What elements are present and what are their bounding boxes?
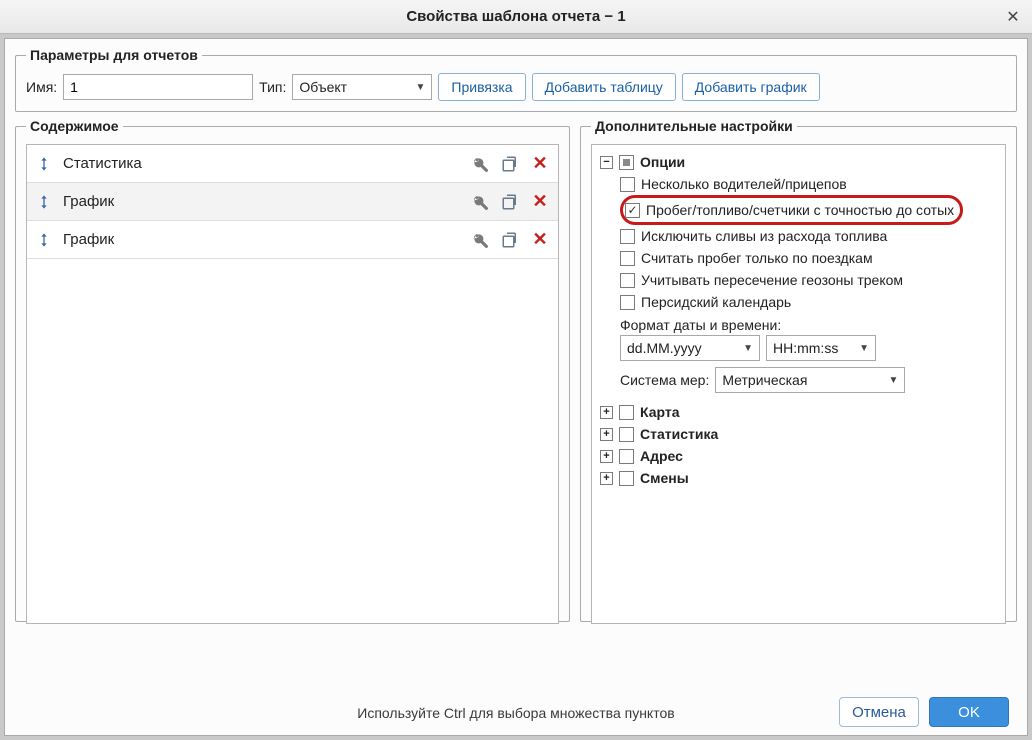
option-row: Учитывать пересечение геозоны треком bbox=[620, 269, 997, 291]
type-select[interactable]: Объект ▼ bbox=[292, 74, 432, 100]
settings-group: + Карта bbox=[600, 401, 997, 423]
wrench-icon[interactable] bbox=[470, 154, 490, 174]
group-checkbox[interactable] bbox=[619, 427, 634, 442]
bind-button[interactable]: Привязка bbox=[438, 73, 525, 101]
ok-button[interactable]: OK bbox=[929, 697, 1009, 727]
group-label: Смены bbox=[640, 467, 689, 489]
content-item[interactable]: График ✕ bbox=[27, 221, 558, 259]
option-row: Исключить сливы из расхода топлива bbox=[620, 225, 997, 247]
cancel-button[interactable]: Отмена bbox=[839, 697, 919, 727]
add-table-button[interactable]: Добавить таблицу bbox=[532, 73, 676, 101]
settings-group: + Адрес bbox=[600, 445, 997, 467]
wrench-icon[interactable] bbox=[470, 230, 490, 250]
params-legend: Параметры для отчетов bbox=[26, 47, 202, 63]
delete-icon[interactable]: ✕ bbox=[530, 192, 550, 212]
content-legend: Содержимое bbox=[26, 118, 123, 134]
add-chart-button[interactable]: Добавить график bbox=[682, 73, 820, 101]
close-icon: ✕ bbox=[1006, 7, 1019, 27]
measure-value: Метрическая bbox=[722, 372, 807, 388]
settings-panel: − Опции Несколько водителей/прицепов Проб… bbox=[591, 144, 1006, 624]
group-label: Карта bbox=[640, 401, 680, 423]
expand-icon[interactable]: + bbox=[600, 428, 613, 441]
highlighted-option: Пробег/топливо/счетчики с точностью до с… bbox=[620, 195, 963, 225]
copy-icon[interactable] bbox=[500, 230, 520, 250]
date-format-select[interactable]: dd.MM.yyyy ▼ bbox=[620, 335, 760, 361]
content-list: Статистика ✕ График ✕ График ✕ bbox=[26, 144, 559, 624]
option-label: Несколько водителей/прицепов bbox=[641, 173, 847, 195]
close-button[interactable]: ✕ bbox=[1002, 6, 1024, 28]
group-checkbox[interactable] bbox=[619, 449, 634, 464]
expand-icon[interactable]: + bbox=[600, 406, 613, 419]
caret-down-icon: ▼ bbox=[416, 82, 426, 93]
dialog-body: Параметры для отчетов Имя: Тип: Объект ▼… bbox=[4, 38, 1028, 736]
settings-legend: Дополнительные настройки bbox=[591, 118, 797, 134]
drag-handle-icon[interactable] bbox=[35, 155, 53, 173]
copy-icon[interactable] bbox=[500, 192, 520, 212]
copy-icon[interactable] bbox=[500, 154, 520, 174]
options-checkbox[interactable] bbox=[619, 155, 634, 170]
option-row: Несколько водителей/прицепов bbox=[620, 173, 997, 195]
date-format-label: Формат даты и времени: bbox=[620, 313, 997, 335]
time-format-select[interactable]: HH:mm:ss ▼ bbox=[766, 335, 876, 361]
measure-label: Система мер: bbox=[620, 372, 709, 388]
option-checkbox[interactable] bbox=[620, 229, 635, 244]
option-label: Персидский календарь bbox=[641, 291, 791, 313]
type-select-value: Объект bbox=[299, 79, 347, 95]
option-label: Считать пробег только по поездкам bbox=[641, 247, 873, 269]
content-item-label: Статистика bbox=[63, 155, 460, 172]
settings-fieldset: Дополнительные настройки − Опции Несколь… bbox=[580, 118, 1017, 622]
options-title: Опции bbox=[640, 151, 685, 173]
delete-icon[interactable]: ✕ bbox=[530, 230, 550, 250]
expand-icon[interactable]: + bbox=[600, 472, 613, 485]
params-fieldset: Параметры для отчетов Имя: Тип: Объект ▼… bbox=[15, 47, 1017, 112]
content-item-label: График bbox=[63, 231, 460, 248]
group-label: Статистика bbox=[640, 423, 718, 445]
content-fieldset: Содержимое Статистика ✕ График ✕ График ✕ bbox=[15, 118, 570, 622]
drag-handle-icon[interactable] bbox=[35, 193, 53, 211]
date-format-value: dd.MM.yyyy bbox=[627, 340, 702, 356]
option-checkbox[interactable] bbox=[625, 203, 640, 218]
group-checkbox[interactable] bbox=[619, 471, 634, 486]
settings-group: + Статистика bbox=[600, 423, 997, 445]
settings-groups: + Карта + Статистика + Адрес + Смены bbox=[600, 401, 997, 489]
titlebar: Свойства шаблона отчета − 1 ✕ bbox=[0, 0, 1032, 34]
content-item[interactable]: Статистика ✕ bbox=[27, 145, 558, 183]
expand-icon[interactable]: + bbox=[600, 450, 613, 463]
option-label: Учитывать пересечение геозоны треком bbox=[641, 269, 903, 291]
caret-down-icon: ▼ bbox=[859, 343, 869, 354]
option-label: Исключить сливы из расхода топлива bbox=[641, 225, 887, 247]
caret-down-icon: ▼ bbox=[888, 375, 898, 386]
option-row: Считать пробег только по поездкам bbox=[620, 247, 997, 269]
name-label: Имя: bbox=[26, 79, 57, 95]
wrench-icon[interactable] bbox=[470, 192, 490, 212]
name-input[interactable] bbox=[63, 74, 253, 100]
option-checkbox[interactable] bbox=[620, 273, 635, 288]
group-checkbox[interactable] bbox=[619, 405, 634, 420]
options-node: − Опции bbox=[600, 151, 997, 173]
caret-down-icon: ▼ bbox=[743, 343, 753, 354]
group-label: Адрес bbox=[640, 445, 683, 467]
settings-group: + Смены bbox=[600, 467, 997, 489]
option-checkbox[interactable] bbox=[620, 177, 635, 192]
collapse-icon[interactable]: − bbox=[600, 156, 613, 169]
option-checkbox[interactable] bbox=[620, 295, 635, 310]
option-row: Пробег/топливо/счетчики с точностью до с… bbox=[620, 195, 997, 225]
measure-select[interactable]: Метрическая ▼ bbox=[715, 367, 905, 393]
content-item[interactable]: График ✕ bbox=[27, 183, 558, 221]
window-title: Свойства шаблона отчета − 1 bbox=[406, 8, 625, 25]
option-row: Персидский календарь bbox=[620, 291, 997, 313]
options-children: Несколько водителей/прицепов Пробег/топли… bbox=[620, 173, 997, 313]
drag-handle-icon[interactable] bbox=[35, 231, 53, 249]
time-format-value: HH:mm:ss bbox=[773, 340, 838, 356]
type-label: Тип: bbox=[259, 79, 286, 95]
option-label: Пробег/топливо/счетчики с точностью до с… bbox=[646, 199, 954, 221]
option-checkbox[interactable] bbox=[620, 251, 635, 266]
delete-icon[interactable]: ✕ bbox=[530, 154, 550, 174]
content-item-label: График bbox=[63, 193, 460, 210]
